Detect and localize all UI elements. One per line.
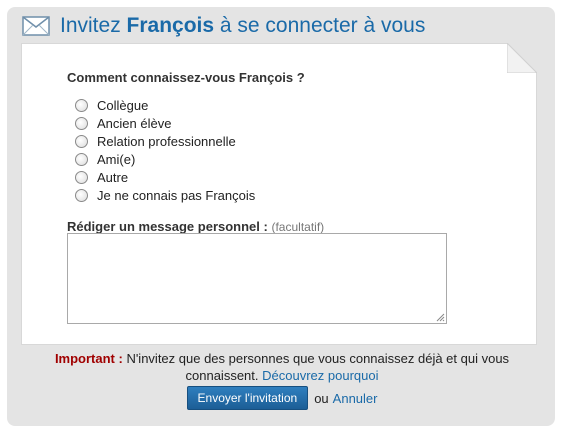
or-text: ou — [314, 390, 329, 406]
radio-button[interactable] — [75, 152, 88, 166]
envelope-icon — [22, 16, 50, 36]
title-prefix: Invitez — [60, 14, 127, 37]
message-label-text: Rédiger un message personnel : — [67, 219, 268, 234]
radio-button[interactable] — [75, 116, 88, 130]
option-ami[interactable]: Ami(e) — [75, 150, 255, 168]
important-label: Important : — [54, 351, 123, 366]
title-suffix: à se connecter à vous — [214, 14, 426, 37]
optional-hint: (facultatif) — [271, 220, 325, 234]
option-label: Collègue — [97, 97, 149, 113]
invite-header: Invitez François à se connecter à vous — [22, 14, 425, 38]
important-notice: Important : N'invitez que des personnes … — [30, 350, 534, 384]
radio-button[interactable] — [75, 134, 88, 148]
option-autre[interactable]: Autre — [75, 168, 255, 186]
message-label: Rédiger un message personnel : (facultat… — [67, 219, 324, 234]
page-fold-corner — [507, 43, 537, 73]
option-label: Ancien élève — [97, 115, 172, 131]
radio-button[interactable] — [75, 98, 88, 112]
option-collegue[interactable]: Collègue — [75, 96, 255, 114]
relationship-options: Collègue Ancien élève Relation professio… — [75, 96, 255, 204]
option-label: Autre — [97, 169, 129, 185]
invite-form-card: Comment connaissez-vous François ? Collè… — [22, 43, 537, 344]
option-label: Ami(e) — [97, 151, 136, 167]
resize-grip-icon[interactable] — [436, 313, 445, 322]
cancel-link[interactable]: Annuler — [333, 391, 378, 406]
radio-button[interactable] — [75, 188, 88, 202]
option-label: Je ne connais pas François — [97, 187, 256, 203]
learn-why-link[interactable]: Découvrez pourquoi — [262, 368, 378, 383]
option-relation-professionnelle[interactable]: Relation professionnelle — [75, 132, 255, 150]
relationship-question: Comment connaissez-vous François ? — [67, 70, 305, 85]
page-title: Invitez François à se connecter à vous — [60, 14, 425, 38]
option-ancien-eleve[interactable]: Ancien élève — [75, 114, 255, 132]
send-invitation-button[interactable]: Envoyer l'invitation — [186, 386, 309, 410]
option-ne-connais-pas[interactable]: Je ne connais pas François — [75, 186, 255, 204]
radio-button[interactable] — [75, 170, 88, 184]
title-name: François — [126, 14, 215, 37]
form-actions: Envoyer l'invitation ou Annuler — [0, 386, 562, 410]
option-label: Relation professionnelle — [97, 133, 236, 149]
personal-message-textarea[interactable] — [67, 233, 447, 324]
